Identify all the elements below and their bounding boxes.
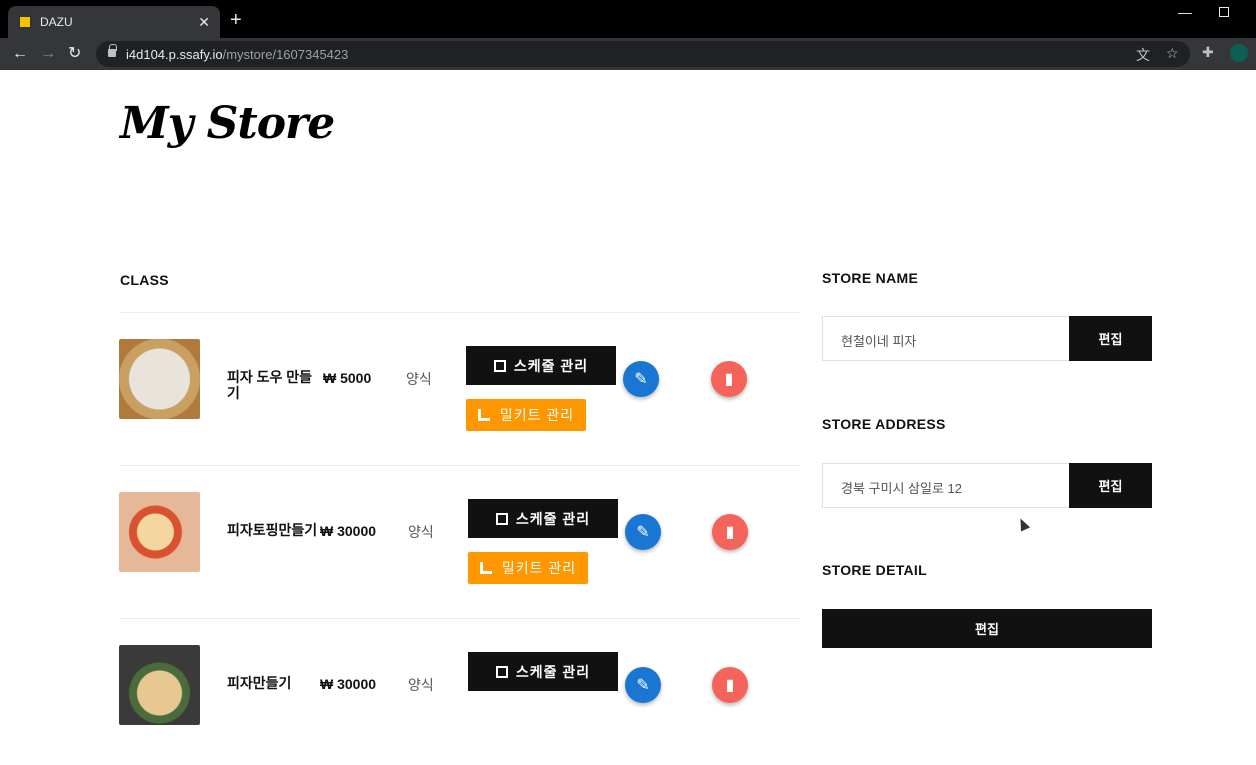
- lock-icon: [108, 44, 117, 57]
- pencil-icon: ✎: [636, 524, 650, 541]
- edit-store-address-button[interactable]: 편집: [1069, 463, 1152, 508]
- pencil-icon: ✎: [636, 677, 650, 694]
- url-host: i4d104.p.ssafy.io: [126, 47, 223, 62]
- class-thumbnail[interactable]: [119, 645, 200, 725]
- store-address-label: STORE ADDRESS: [822, 416, 946, 432]
- divider: [120, 618, 800, 619]
- star-icon[interactable]: ☆: [1166, 45, 1179, 62]
- schedule-label: 스케줄 관리: [515, 663, 591, 680]
- trash-icon: ▮: [725, 524, 735, 541]
- class-thumbnail[interactable]: [119, 339, 200, 419]
- class-price: ₩ 30000: [320, 676, 377, 692]
- close-tab-icon[interactable]: ✕: [198, 14, 210, 31]
- browser-tab[interactable]: DAZU ✕: [8, 6, 220, 38]
- divider: [120, 465, 800, 466]
- delete-class-button[interactable]: ▮: [711, 361, 747, 397]
- maximize-icon[interactable]: [1219, 7, 1229, 17]
- edit-store-name-button[interactable]: 편집: [1069, 316, 1152, 361]
- schedule-manage-button[interactable]: 스케줄 관리: [466, 346, 616, 385]
- favicon-icon: [18, 15, 32, 29]
- class-thumbnail[interactable]: [119, 492, 200, 572]
- trash-icon: ▮: [724, 371, 734, 388]
- minimize-icon[interactable]: —: [1178, 4, 1192, 20]
- store-address-field[interactable]: 경북 구미시 삼일로 12: [822, 463, 1070, 508]
- factory-icon: [477, 409, 490, 421]
- mealkit-manage-button[interactable]: 밀키트 관리: [466, 399, 586, 431]
- mealkit-label: 밀키트 관리: [499, 407, 575, 423]
- browser-toolbar: ← → ↻ i4d104.p.ssafy.io/mystore/16073454…: [0, 38, 1256, 70]
- page-title: My Store: [120, 98, 335, 149]
- class-price: ₩ 5000: [323, 370, 372, 386]
- factory-icon: [479, 562, 492, 574]
- store-detail-label: STORE DETAIL: [822, 562, 927, 578]
- delete-class-button[interactable]: ▮: [712, 667, 748, 703]
- trash-icon: ▮: [725, 677, 735, 694]
- calendar-icon: [495, 665, 508, 678]
- store-name-value: 현철이네 피자: [841, 334, 917, 349]
- store-name-field[interactable]: 현철이네 피자: [822, 316, 1070, 361]
- schedule-label: 스케줄 관리: [515, 510, 591, 527]
- edit-class-button[interactable]: ✎: [625, 667, 661, 703]
- class-name: 피자 도우 만들기: [227, 369, 313, 401]
- class-category: 양식: [408, 524, 434, 540]
- class-category: 양식: [408, 677, 434, 693]
- translate-icon[interactable]: 文: [1136, 45, 1150, 65]
- class-section-label: CLASS: [120, 272, 169, 288]
- mealkit-label: 밀키트 관리: [501, 560, 577, 576]
- class-name: 피자만들기: [227, 675, 292, 691]
- class-row: 피자토핑만들기 ₩ 30000 양식 스케줄 관리 밀키트 관리 ✎ ▮: [0, 492, 800, 612]
- reload-icon[interactable]: ↻: [68, 44, 81, 64]
- new-tab-button[interactable]: +: [230, 10, 242, 30]
- schedule-manage-button[interactable]: 스케줄 관리: [468, 499, 618, 538]
- class-row: 피자만들기 ₩ 30000 양식 스케줄 관리 ✎ ▮: [0, 645, 800, 765]
- store-name-label: STORE NAME: [822, 270, 919, 286]
- calendar-icon: [493, 359, 506, 372]
- forward-icon[interactable]: →: [40, 44, 56, 64]
- divider: [120, 312, 800, 313]
- edit-class-button[interactable]: ✎: [625, 514, 661, 550]
- schedule-label: 스케줄 관리: [513, 357, 589, 374]
- back-icon[interactable]: ←: [12, 44, 28, 64]
- class-name: 피자토핑만들기: [227, 522, 318, 538]
- tab-title: DAZU: [40, 15, 73, 29]
- class-price: ₩ 30000: [320, 523, 377, 539]
- delete-class-button[interactable]: ▮: [712, 514, 748, 550]
- edit-store-detail-button[interactable]: 편집: [822, 609, 1152, 648]
- mouse-cursor-icon: [1015, 516, 1031, 532]
- mealkit-manage-button[interactable]: 밀키트 관리: [468, 552, 588, 584]
- address-bar[interactable]: i4d104.p.ssafy.io/mystore/1607345423 文 ☆: [96, 41, 1190, 67]
- url-path: /mystore/1607345423: [222, 47, 349, 62]
- class-row: 피자 도우 만들기 ₩ 5000 양식 스케줄 관리 밀키트 관리 ✎ ▮: [0, 339, 800, 459]
- url-text: i4d104.p.ssafy.io/mystore/1607345423: [126, 47, 348, 62]
- edit-class-button[interactable]: ✎: [623, 361, 659, 397]
- pencil-icon: ✎: [634, 371, 648, 388]
- calendar-icon: [495, 512, 508, 525]
- browser-tab-bar: DAZU ✕ + —: [0, 0, 1256, 38]
- store-address-value: 경북 구미시 삼일로 12: [841, 481, 962, 496]
- class-category: 양식: [406, 371, 432, 387]
- schedule-manage-button[interactable]: 스케줄 관리: [468, 652, 618, 691]
- profile-avatar[interactable]: [1230, 44, 1248, 62]
- extensions-icon[interactable]: ✚: [1202, 44, 1214, 61]
